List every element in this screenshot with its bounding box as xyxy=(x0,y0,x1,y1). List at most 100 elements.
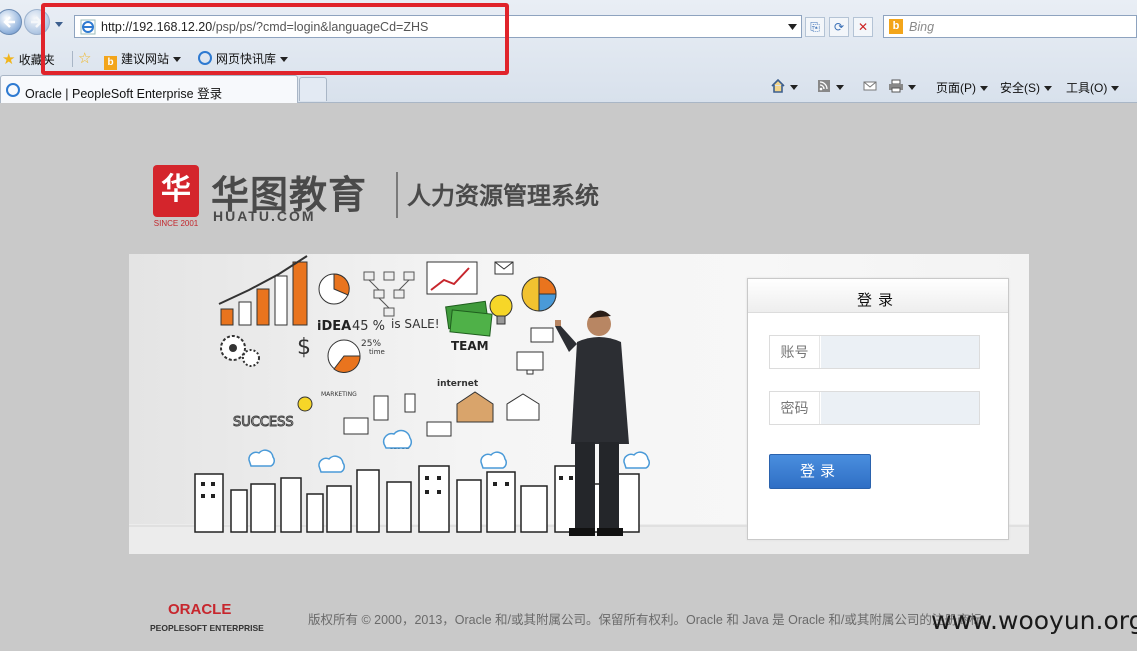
login-panel: 登录 账号 密码 登录 xyxy=(747,278,1009,540)
history-dropdown-icon[interactable] xyxy=(54,19,64,29)
printer-icon xyxy=(889,79,903,93)
safety-menu[interactable]: 安全(S) xyxy=(1000,79,1052,96)
add-favorite-button[interactable]: ☆ xyxy=(78,49,91,67)
peoplesoft-enterprise-label: PEOPLESOFT ENTERPRISE xyxy=(150,623,264,633)
back-button[interactable] xyxy=(0,9,22,35)
mail-button[interactable] xyxy=(862,79,878,94)
chevron-down-icon xyxy=(1111,86,1120,92)
password-label: 密码 xyxy=(770,392,820,424)
sale-word: is SALE! xyxy=(391,317,440,331)
logo-divider xyxy=(396,172,398,218)
system-name: 人力资源管理系统 xyxy=(407,181,599,210)
search-box[interactable]: b Bing xyxy=(883,15,1137,38)
favorites-label: 收藏夹 xyxy=(18,53,55,67)
add-to-favorites-star-icon: ☆ xyxy=(78,50,92,67)
account-label: 账号 xyxy=(770,336,820,368)
print-button[interactable] xyxy=(888,79,916,94)
stop-button[interactable]: ✕ xyxy=(853,17,873,37)
refresh-icon: ⟳ xyxy=(833,20,845,34)
search-placeholder: Bing xyxy=(909,20,935,34)
idea-word: iDEA xyxy=(317,319,351,334)
watermark-text: www.wooyun.org xyxy=(931,606,1137,635)
tools-menu[interactable]: 工具(O) xyxy=(1066,79,1120,96)
mail-icon xyxy=(863,81,877,91)
logo-english-name: HUATU.COM xyxy=(213,208,316,224)
forward-button[interactable] xyxy=(24,9,50,35)
bar-chart-doodle xyxy=(218,255,308,326)
new-tab-button[interactable] xyxy=(299,77,327,101)
star-icon: ★ xyxy=(2,51,16,68)
huatu-logo-mark: 华 xyxy=(153,165,199,217)
bing-icon: b xyxy=(104,56,117,70)
password-input[interactable] xyxy=(821,392,979,424)
forward-arrow-icon xyxy=(31,16,43,28)
marketing-word: MARKETING xyxy=(321,391,357,398)
page-favicon-icon xyxy=(80,19,96,35)
url-path: /psp/ps/?cmd=login&languageCd=ZHS xyxy=(212,20,429,34)
gear-doodle xyxy=(220,335,260,367)
address-dropdown-icon[interactable] xyxy=(788,24,797,30)
bing-icon: b xyxy=(889,19,903,34)
feeds-button[interactable] xyxy=(816,79,844,94)
ie-icon xyxy=(6,83,20,97)
suggested-sites-button[interactable]: b 建议网站 xyxy=(104,50,182,70)
internet-word: internet xyxy=(437,379,479,389)
page-menu[interactable]: 页面(P) xyxy=(936,79,988,96)
chevron-down-icon xyxy=(790,85,798,91)
compatibility-view-button[interactable]: ⎘ xyxy=(805,17,825,37)
logo-since: SINCE 2001 xyxy=(153,219,199,228)
page-menu-label: 页面(P) xyxy=(936,81,976,95)
copyright-text: 版权所有 © 2000，2013，Oracle 和/或其附属公司。保留所有权利。… xyxy=(308,613,995,627)
tools-menu-label: 工具(O) xyxy=(1066,81,1108,95)
tab-title: Oracle | PeopleSoft Enterprise 登录 xyxy=(25,87,223,101)
time-word: time xyxy=(369,348,385,356)
oracle-wordmark: ORACLE xyxy=(168,601,232,618)
web-slice-label: 网页快讯库 xyxy=(216,52,277,66)
compat-icon: ⎘ xyxy=(810,20,820,34)
growth-chart-doodle xyxy=(426,261,514,295)
city-skyline-doodle xyxy=(194,465,640,533)
dollar-sign: $ xyxy=(297,335,311,360)
login-button[interactable]: 登录 xyxy=(769,454,871,489)
chevron-down-icon xyxy=(280,57,289,63)
stop-icon: ✕ xyxy=(857,20,869,34)
chevron-down-icon xyxy=(173,57,182,63)
home-icon xyxy=(771,79,785,93)
chevron-down-icon xyxy=(980,86,988,92)
password-field[interactable]: 密码 xyxy=(769,391,980,425)
percent-word: 45 % xyxy=(352,319,385,334)
navigation-bar: http://192.168.12.20/psp/ps/?cmd=login&l… xyxy=(0,5,1137,43)
network-diagram-doodle xyxy=(363,271,415,317)
url-host: http://192.168.12.20 xyxy=(101,20,213,34)
login-title: 登录 xyxy=(856,292,899,309)
chevron-down-icon xyxy=(1044,86,1052,92)
ie-icon xyxy=(198,51,212,65)
success-word: SUCCESS xyxy=(233,415,294,430)
safety-menu-label: 安全(S) xyxy=(1000,81,1040,95)
chevron-down-icon xyxy=(836,85,844,91)
team-word: TEAM xyxy=(451,339,489,353)
login-header: 登录 xyxy=(748,279,1008,313)
oracle-logo: ORACLE PEOPLESOFT ENTERPRISE xyxy=(150,601,270,641)
money-doodle xyxy=(445,294,513,337)
favorites-bar: ★ 收藏夹 ☆ b 建议网站 网页快讯库 xyxy=(0,45,1137,71)
suggested-sites-label: 建议网站 xyxy=(121,52,170,66)
refresh-button[interactable]: ⟳ xyxy=(829,17,849,37)
address-bar[interactable]: http://192.168.12.20/psp/ps/?cmd=login&l… xyxy=(74,15,802,38)
rss-icon xyxy=(818,80,830,92)
huatu-logo: 华 SINCE 2001 华图教育 HUATU.COM 人力资源管理系统 xyxy=(153,162,623,232)
divider xyxy=(72,51,73,67)
sun-doodle xyxy=(297,396,313,412)
url-text: http://192.168.12.20/psp/ps/?cmd=login&l… xyxy=(101,20,428,34)
account-field[interactable]: 账号 xyxy=(769,335,980,369)
web-slice-gallery-button[interactable]: 网页快讯库 xyxy=(198,50,289,68)
tab-row: Oracle | PeopleSoft Enterprise 登录 页面(P) … xyxy=(0,73,1137,103)
chevron-down-icon xyxy=(908,85,916,91)
home-button[interactable] xyxy=(770,79,798,94)
favorites-center-button[interactable]: ★ 收藏夹 xyxy=(2,50,55,68)
house-doodle xyxy=(456,391,540,423)
browser-chrome: http://192.168.12.20/psp/ps/?cmd=login&l… xyxy=(0,0,1137,103)
account-input[interactable] xyxy=(821,336,979,368)
back-arrow-icon xyxy=(3,16,15,28)
tab-active[interactable]: Oracle | PeopleSoft Enterprise 登录 xyxy=(0,75,298,103)
